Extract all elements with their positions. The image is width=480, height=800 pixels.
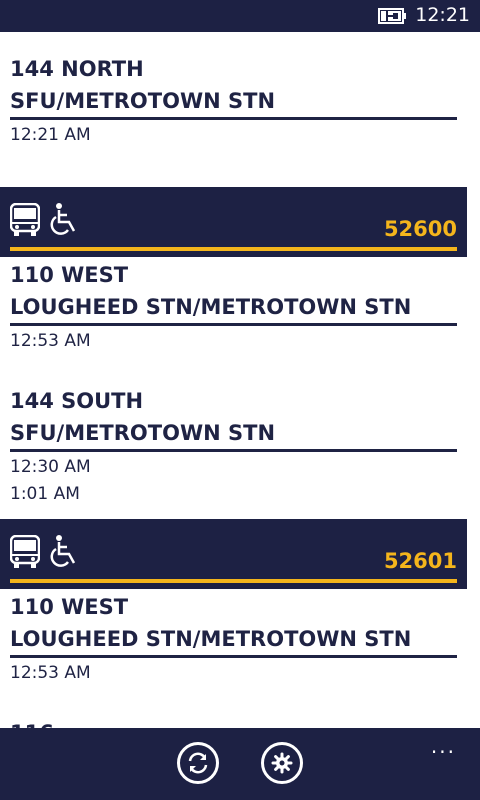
route-times: 12:30 AM 1:01 AM <box>10 452 457 508</box>
route-item[interactable]: 110 WEST LOUGHEED STN/METROTOWN STN 12:5… <box>10 591 457 687</box>
route-destination: SFU/METROTOWN STN <box>10 85 457 120</box>
route-name: 144 NORTH <box>10 57 144 81</box>
route-item[interactable]: 144 NORTH SFU/METROTOWN STN 12:21 AM <box>10 53 457 149</box>
refresh-button[interactable] <box>177 742 219 784</box>
route-name: 144 SOUTH <box>10 389 144 413</box>
arrival-time: 12:53 AM <box>10 663 91 683</box>
status-time: 12:21 <box>415 4 470 26</box>
route-name: 110 WEST <box>10 263 129 287</box>
arrival-time: 1:01 AM <box>10 484 80 504</box>
route-name: 116 <box>10 717 457 728</box>
route-name: 110 WEST <box>10 595 129 619</box>
route-destination: LOUGHEED STN/METROTOWN STN <box>10 623 457 658</box>
bus-icon <box>9 534 41 573</box>
wheelchair-icon <box>50 203 80 241</box>
more-options-button[interactable]: ... <box>431 734 456 758</box>
stop-number: 52600 <box>383 217 457 241</box>
app-bar: ... <box>0 728 480 800</box>
route-destination: SFU/METROTOWN STN <box>10 417 457 452</box>
arrival-time: 12:53 AM <box>10 331 91 351</box>
route-item[interactable]: 144 SOUTH SFU/METROTOWN STN 12:30 AM 1:0… <box>10 385 457 508</box>
route-destination: LOUGHEED STN/METROTOWN STN <box>10 291 457 326</box>
arrival-time: 12:30 AM <box>10 457 91 477</box>
route-times: 12:53 AM <box>10 658 457 687</box>
route-item[interactable]: 110 WEST LOUGHEED STN/METROTOWN STN 12:5… <box>10 259 457 355</box>
stop-divider <box>10 247 457 251</box>
arrivals-list[interactable]: 144 NORTH SFU/METROTOWN STN 12:21 AM 526… <box>0 32 480 728</box>
stop-number: 52601 <box>383 549 457 573</box>
stop-header[interactable]: 52600 <box>0 187 467 257</box>
arrival-time: 12:21 AM <box>10 125 91 145</box>
route-item[interactable]: 116 <box>10 717 457 728</box>
settings-button[interactable] <box>261 742 303 784</box>
battery-charging-icon <box>378 6 408 30</box>
route-times: 12:21 AM <box>10 120 457 149</box>
status-bar: 12:21 <box>0 0 480 32</box>
bus-icon <box>9 202 41 241</box>
route-times: 12:53 AM <box>10 326 457 355</box>
stop-divider <box>10 579 457 583</box>
wheelchair-icon <box>50 535 80 573</box>
stop-header[interactable]: 52601 <box>0 519 467 589</box>
